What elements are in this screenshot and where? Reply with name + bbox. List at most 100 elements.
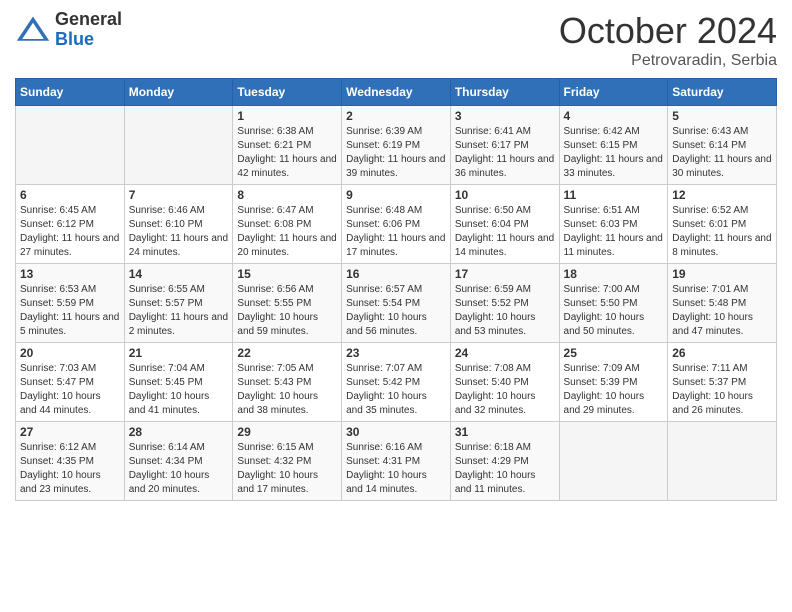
calendar-cell: 17 Sunrise: 6:59 AMSunset: 5:52 PMDayligh… [450,264,559,343]
day-info: Sunrise: 6:18 AMSunset: 4:29 PMDaylight:… [455,441,555,497]
day-info: Sunrise: 6:41 AMSunset: 6:17 PMDaylight:… [455,125,555,181]
day-info: Sunrise: 6:57 AMSunset: 5:54 PMDaylight:… [346,283,446,339]
day-number: 18 [564,267,664,281]
logo-icon [15,12,51,48]
day-info: Sunrise: 6:42 AMSunset: 6:15 PMDaylight:… [564,125,664,181]
location: Petrovaradin, Serbia [559,52,777,70]
day-info: Sunrise: 6:46 AMSunset: 6:10 PMDaylight:… [129,204,229,260]
calendar-cell: 13 Sunrise: 6:53 AMSunset: 5:59 PMDayligh… [16,264,125,343]
day-number: 10 [455,188,555,202]
calendar-cell: 20 Sunrise: 7:03 AMSunset: 5:47 PMDayligh… [16,343,125,422]
day-info: Sunrise: 6:14 AMSunset: 4:34 PMDaylight:… [129,441,229,497]
calendar-cell [124,106,233,185]
calendar-cell: 21 Sunrise: 7:04 AMSunset: 5:45 PMDayligh… [124,343,233,422]
day-number: 23 [346,346,446,360]
day-info: Sunrise: 6:43 AMSunset: 6:14 PMDaylight:… [672,125,772,181]
day-number: 12 [672,188,772,202]
day-info: Sunrise: 6:38 AMSunset: 6:21 PMDaylight:… [237,125,337,181]
day-number: 24 [455,346,555,360]
day-number: 31 [455,425,555,439]
calendar-cell: 7 Sunrise: 6:46 AMSunset: 6:10 PMDaylight… [124,185,233,264]
day-info: Sunrise: 7:05 AMSunset: 5:43 PMDaylight:… [237,362,337,418]
weekday-header: Friday [559,79,668,106]
day-number: 27 [20,425,120,439]
day-info: Sunrise: 6:12 AMSunset: 4:35 PMDaylight:… [20,441,120,497]
calendar-cell: 6 Sunrise: 6:45 AMSunset: 6:12 PMDaylight… [16,185,125,264]
month-title: October 2024 [559,10,777,52]
calendar-table: SundayMondayTuesdayWednesdayThursdayFrid… [15,78,777,501]
calendar-cell: 19Sunrise: 7:01 AMSunset: 5:48 PMDayligh… [668,264,777,343]
calendar-cell: 11 Sunrise: 6:51 AMSunset: 6:03 PMDayligh… [559,185,668,264]
calendar-cell: 31 Sunrise: 6:18 AMSunset: 4:29 PMDayligh… [450,422,559,501]
day-number: 13 [20,267,120,281]
weekday-header: Monday [124,79,233,106]
day-info: Sunrise: 7:01 AMSunset: 5:48 PMDaylight:… [672,283,772,339]
weekday-header: Thursday [450,79,559,106]
day-info: Sunrise: 7:09 AMSunset: 5:39 PMDaylight:… [564,362,664,418]
calendar-cell [668,422,777,501]
calendar-cell [559,422,668,501]
day-info: Sunrise: 7:11 AMSunset: 5:37 PMDaylight:… [672,362,772,418]
day-number: 2 [346,109,446,123]
calendar-cell: 16 Sunrise: 6:57 AMSunset: 5:54 PMDayligh… [342,264,451,343]
logo-text: General Blue [55,10,122,50]
day-number: 28 [129,425,229,439]
logo-blue: Blue [55,30,122,50]
day-info: Sunrise: 6:48 AMSunset: 6:06 PMDaylight:… [346,204,446,260]
day-info: Sunrise: 6:39 AMSunset: 6:19 PMDaylight:… [346,125,446,181]
calendar-cell: 18Sunrise: 7:00 AMSunset: 5:50 PMDayligh… [559,264,668,343]
calendar-cell: 1 Sunrise: 6:38 AMSunset: 6:21 PMDaylight… [233,106,342,185]
weekday-header: Saturday [668,79,777,106]
calendar-cell: 23 Sunrise: 7:07 AMSunset: 5:42 PMDayligh… [342,343,451,422]
day-number: 14 [129,267,229,281]
calendar-cell: 2 Sunrise: 6:39 AMSunset: 6:19 PMDaylight… [342,106,451,185]
day-number: 1 [237,109,337,123]
calendar-week-row: 13 Sunrise: 6:53 AMSunset: 5:59 PMDayligh… [16,264,777,343]
calendar-cell: 24Sunrise: 7:08 AMSunset: 5:40 PMDayligh… [450,343,559,422]
calendar-cell: 9Sunrise: 6:48 AMSunset: 6:06 PMDaylight… [342,185,451,264]
weekday-header: Tuesday [233,79,342,106]
day-number: 3 [455,109,555,123]
day-number: 20 [20,346,120,360]
day-number: 15 [237,267,337,281]
day-number: 16 [346,267,446,281]
day-number: 21 [129,346,229,360]
day-info: Sunrise: 7:07 AMSunset: 5:42 PMDaylight:… [346,362,446,418]
day-number: 22 [237,346,337,360]
day-info: Sunrise: 6:45 AMSunset: 6:12 PMDaylight:… [20,204,120,260]
day-number: 4 [564,109,664,123]
calendar-cell: 25 Sunrise: 7:09 AMSunset: 5:39 PMDayligh… [559,343,668,422]
calendar-week-row: 20 Sunrise: 7:03 AMSunset: 5:47 PMDayligh… [16,343,777,422]
day-info: Sunrise: 6:51 AMSunset: 6:03 PMDaylight:… [564,204,664,260]
calendar-cell: 5Sunrise: 6:43 AMSunset: 6:14 PMDaylight… [668,106,777,185]
calendar-cell: 14Sunrise: 6:55 AMSunset: 5:57 PMDayligh… [124,264,233,343]
calendar-cell: 27 Sunrise: 6:12 AMSunset: 4:35 PMDayligh… [16,422,125,501]
calendar-cell: 3 Sunrise: 6:41 AMSunset: 6:17 PMDaylight… [450,106,559,185]
day-number: 25 [564,346,664,360]
day-number: 11 [564,188,664,202]
day-info: Sunrise: 7:04 AMSunset: 5:45 PMDaylight:… [129,362,229,418]
day-number: 26 [672,346,772,360]
day-number: 7 [129,188,229,202]
weekday-header-row: SundayMondayTuesdayWednesdayThursdayFrid… [16,79,777,106]
day-info: Sunrise: 6:59 AMSunset: 5:52 PMDaylight:… [455,283,555,339]
calendar-cell: 10 Sunrise: 6:50 AMSunset: 6:04 PMDayligh… [450,185,559,264]
header: General Blue October 2024 Petrovaradin, … [15,10,777,70]
calendar-cell: 12Sunrise: 6:52 AMSunset: 6:01 PMDayligh… [668,185,777,264]
day-number: 17 [455,267,555,281]
day-number: 6 [20,188,120,202]
calendar-cell: 22 Sunrise: 7:05 AMSunset: 5:43 PMDayligh… [233,343,342,422]
calendar-cell: 30Sunrise: 6:16 AMSunset: 4:31 PMDayligh… [342,422,451,501]
calendar-week-row: 6 Sunrise: 6:45 AMSunset: 6:12 PMDaylight… [16,185,777,264]
day-info: Sunrise: 7:03 AMSunset: 5:47 PMDaylight:… [20,362,120,418]
day-info: Sunrise: 6:53 AMSunset: 5:59 PMDaylight:… [20,283,120,339]
day-info: Sunrise: 6:56 AMSunset: 5:55 PMDaylight:… [237,283,337,339]
calendar-cell: 4 Sunrise: 6:42 AMSunset: 6:15 PMDaylight… [559,106,668,185]
calendar-week-row: 1 Sunrise: 6:38 AMSunset: 6:21 PMDaylight… [16,106,777,185]
weekday-header: Sunday [16,79,125,106]
day-info: Sunrise: 6:50 AMSunset: 6:04 PMDaylight:… [455,204,555,260]
title-block: October 2024 Petrovaradin, Serbia [559,10,777,70]
calendar-cell: 15 Sunrise: 6:56 AMSunset: 5:55 PMDayligh… [233,264,342,343]
logo: General Blue [15,10,122,50]
calendar-cell: 26 Sunrise: 7:11 AMSunset: 5:37 PMDayligh… [668,343,777,422]
